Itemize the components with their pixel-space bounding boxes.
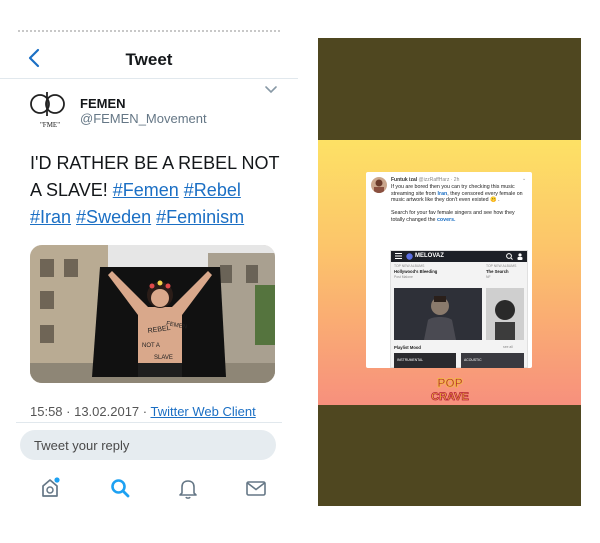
- home-icon[interactable]: [36, 474, 64, 502]
- album-cover-1: [394, 288, 482, 340]
- album-cover-2: [486, 288, 524, 340]
- client-link[interactable]: Twitter Web Client: [150, 404, 255, 419]
- page-title: Tweet: [125, 50, 173, 69]
- hashtag-link[interactable]: #Iran: [30, 207, 71, 227]
- music-app-screenshot: MELOVAZ TOP NEW ALBUMS Hollywood's Bleed…: [390, 250, 528, 368]
- reply-input[interactable]: [20, 430, 276, 460]
- music-app-name: MELOVAZ: [415, 253, 444, 259]
- avatar: [371, 177, 387, 193]
- playlist-tile-label: INSTRUMENTAL: [397, 358, 424, 362]
- user-name[interactable]: FEMEN: [80, 96, 126, 111]
- tweet-detail-screen: Tweet "FME" FEMEN @FEMEN_Movement I'D RA…: [0, 0, 298, 543]
- screenshot-card[interactable]: Funtuk izal @izzRaffHarz · 2h ⌄ If you a…: [366, 172, 532, 368]
- album-section-head: TOP NEW ALBUMS: [486, 264, 517, 268]
- avatar-logo-text: "FME": [40, 121, 60, 129]
- divider: [16, 422, 282, 423]
- hashtag-link[interactable]: #Femen: [113, 180, 179, 200]
- story-panel: Funtuk izal @izzRaffHarz · 2h ⌄ If you a…: [318, 38, 581, 506]
- avatar[interactable]: "FME": [28, 90, 72, 130]
- photo-text: NOT A: [142, 343, 160, 349]
- album-artist: NF: [486, 275, 491, 279]
- hashtag-link[interactable]: #Feminism: [156, 207, 244, 227]
- tweet-photo-image: REBEL FEMEN NOT A SLAVE: [30, 245, 275, 383]
- chevron-down-icon[interactable]: [263, 84, 279, 96]
- hashtag-link[interactable]: #Rebel: [184, 180, 241, 200]
- tweet-time: 15:58 · 13.02.2017 ·: [30, 404, 151, 419]
- card-author-handle: @izzRaffHarz · 2h: [418, 177, 460, 183]
- playlist-tile-label: ACOUSTIC: [464, 358, 482, 362]
- card-author-name: Funtuk izal: [391, 177, 418, 183]
- playlist-tile: INSTRUMENTAL: [394, 353, 456, 368]
- search-icon: [506, 253, 523, 260]
- bell-icon[interactable]: [174, 474, 202, 502]
- menu-icon: [395, 253, 402, 259]
- user-handle[interactable]: @FEMEN_Movement: [80, 111, 207, 126]
- music-app-header: MELOVAZ: [391, 251, 527, 262]
- album-section-head: TOP NEW ALBUMS: [394, 264, 425, 268]
- app-logo-icon: [406, 253, 413, 260]
- card-author: Funtuk izal @izzRaffHarz · 2h: [391, 177, 459, 183]
- photo-text: SLAVE: [154, 355, 173, 361]
- mail-icon[interactable]: [242, 474, 270, 502]
- logo-line-1: POP: [437, 376, 462, 390]
- album-artist: Post Malone: [394, 275, 413, 279]
- hashtag-link[interactable]: #Sweden: [76, 207, 151, 227]
- tab-bar: [0, 470, 298, 506]
- card-text: If you are bored then you can try checki…: [391, 184, 527, 224]
- search-icon[interactable]: [106, 474, 134, 502]
- logo-line-2: CRAVE: [431, 391, 469, 403]
- card-text-iran: Iran: [437, 190, 448, 197]
- playlist-heading: Playlist Mood: [394, 345, 421, 350]
- album-title: The Search: [486, 269, 509, 274]
- tweet-timestamp: 15:58 · 13.02.2017 · Twitter Web Client: [30, 404, 256, 419]
- playlist-tile: ACOUSTIC: [461, 353, 524, 368]
- popcrave-logo: POP CRAVE: [431, 376, 470, 403]
- album-title: Hollywood's Bleeding: [394, 269, 438, 274]
- status-bar: [18, 30, 280, 36]
- card-text-covers: covers.: [436, 216, 456, 223]
- tweet-photo[interactable]: REBEL FEMEN NOT A SLAVE: [30, 245, 275, 383]
- tweet-text: I'D RATHER BE A REBEL NOT A SLAVE! #Feme…: [30, 150, 280, 231]
- chevron-down-icon: ⌄: [522, 176, 527, 182]
- see-all-link: see all: [503, 345, 513, 349]
- nav-bar: Tweet: [0, 38, 298, 79]
